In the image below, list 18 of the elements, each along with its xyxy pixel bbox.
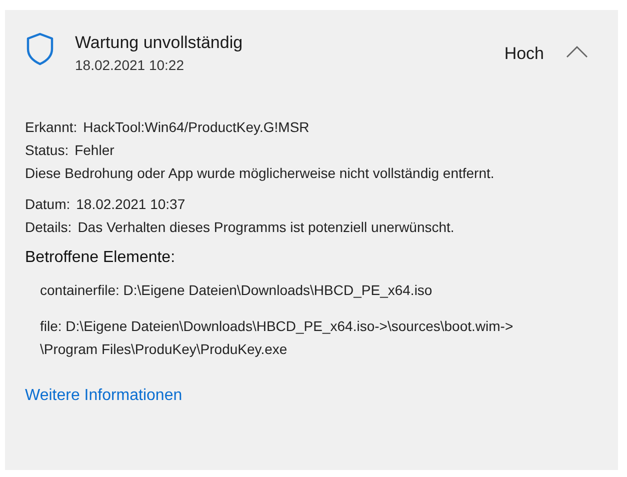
threat-date: 18.02.2021 10:22 [75, 56, 185, 75]
field-value: HackTool:Win64/ProductKey.G!MSR [83, 118, 310, 137]
field-label: Details: [25, 218, 72, 237]
field-label: Datum: [25, 195, 70, 214]
field-value: Fehler [74, 141, 114, 160]
severity-label: Hoch [504, 44, 544, 64]
field-label: Erkannt: [25, 118, 78, 137]
affected-item-path: file: D:\Eigene Dateien\Downloads\HBCD_PE_x64.iso->\sources\boot.wim-> \Program Files\ProduKey\ProduKey.exe [39, 317, 514, 359]
field-value: 18.02.2021 10:37 [76, 195, 186, 214]
threat-title: Wartung unvollständig [75, 32, 244, 54]
more-info-link[interactable]: Weitere Informationen [25, 384, 182, 407]
section-heading: Betroffene Elemente: [25, 248, 176, 268]
field-label: Status: [25, 141, 69, 160]
affected-item-path: containerfile: D:\Eigene Dateien\Downloads\HBCD_PE_x64.iso [39, 281, 434, 300]
collapse-button[interactable] [566, 45, 588, 59]
status-note: Diese Bedrohung oder App wurde möglicherweise nicht vollständig entfernt. [25, 164, 496, 183]
field-value: Das Verhalten dieses Programms ist potenziell unerwünscht. [78, 218, 454, 237]
shield-icon [25, 32, 55, 66]
